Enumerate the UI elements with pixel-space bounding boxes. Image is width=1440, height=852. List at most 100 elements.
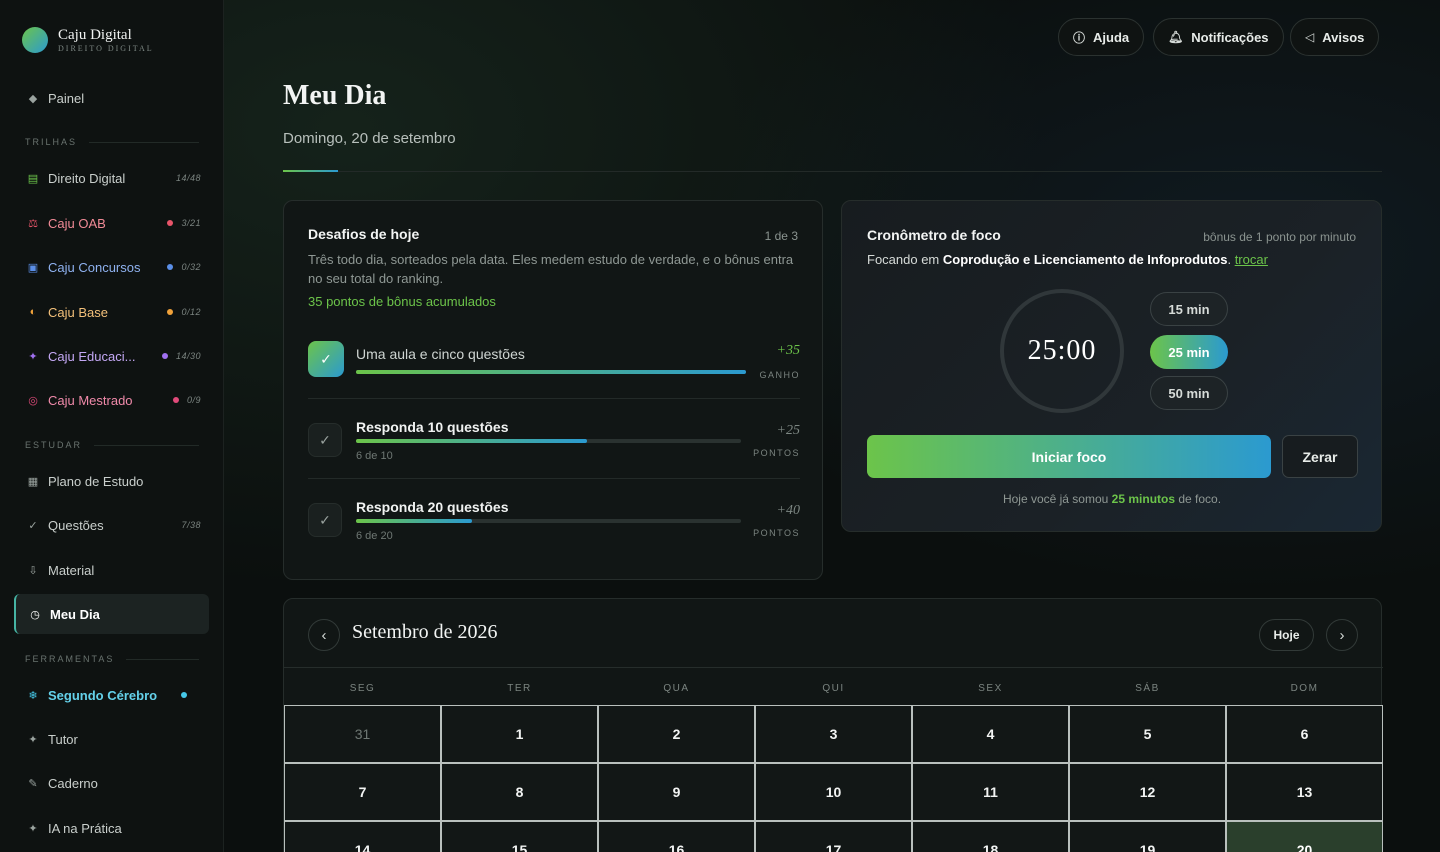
sidebar-item-tutor[interactable]: ✦ Tutor	[14, 719, 209, 759]
prev-month-button[interactable]: ‹	[308, 619, 340, 651]
calendar-card: ‹ Setembro de 2026 Hoje › SEG TER QUA QU…	[283, 598, 1383, 852]
challenge-progress-fill	[356, 370, 746, 374]
calendar-day[interactable]: 3	[755, 705, 912, 763]
challenges-bonus: 35 pontos de bônus acumulados	[308, 294, 496, 309]
progress-count: 0/12	[181, 307, 201, 317]
calendar-day[interactable]: 10	[755, 763, 912, 821]
section-label-trilhas: TRILHAS	[25, 137, 199, 147]
calendar-day[interactable]: 12	[1069, 763, 1226, 821]
progress-count: 0/9	[186, 395, 201, 405]
calendar-day[interactable]: 31	[284, 705, 441, 763]
weekday-label: QUI	[822, 683, 845, 694]
duration-25-button[interactable]: 25 min	[1150, 335, 1228, 369]
help-button[interactable]: ⓘ Ajuda	[1058, 18, 1145, 56]
calendar-day[interactable]: 8	[441, 763, 598, 821]
bell-icon: 🔔︎	[1168, 30, 1184, 44]
calendar-day[interactable]: 4	[912, 705, 1069, 763]
sidebar-item-label: Caju Base	[48, 304, 108, 320]
sidebar-item-caju-mestrado[interactable]: ◎ Caju Mestrado 0/9	[14, 380, 209, 420]
challenge-progress-bar	[356, 519, 741, 523]
sidebar-item-label: Segundo Cérebro	[48, 687, 158, 703]
sidebar-item-ia-na-pratica[interactable]: ✦ IA na Prática	[14, 808, 209, 848]
chevron-left-icon: ‹	[321, 626, 327, 644]
challenge-item[interactable]: ✓ Responda 10 questões 6 de 10 +25 PONTO…	[308, 419, 800, 465]
focus-title: Cronômetro de foco	[867, 227, 1001, 243]
sidebar-item-segundo-cerebro[interactable]: ❄ Segundo Cérebro	[14, 675, 209, 715]
calendar-day[interactable]: 5	[1069, 705, 1226, 763]
divider	[308, 478, 800, 479]
clock-icon: ◷	[30, 608, 40, 621]
sparkle-icon: ✦	[28, 822, 38, 835]
change-topic-link[interactable]: trocar	[1235, 252, 1268, 267]
today-button[interactable]: Hoje	[1259, 619, 1314, 651]
challenges-card: Desafios de hoje 1 de 3 Três todo dia, s…	[283, 200, 823, 580]
duration-15-button[interactable]: 15 min	[1150, 292, 1228, 326]
check-icon[interactable]: ✓	[308, 341, 344, 377]
sidebar-item-label: Material	[48, 562, 95, 578]
sidebar-item-meu-dia[interactable]: ◷ Meu Dia	[14, 594, 209, 634]
calendar-day[interactable]: 11	[912, 763, 1069, 821]
next-month-button[interactable]: ›	[1326, 619, 1358, 651]
calendar-day[interactable]: 9	[598, 763, 755, 821]
challenge-item[interactable]: ✓ Responda 20 questões 6 de 20 +40 PONTO…	[308, 499, 800, 545]
sidebar-item-painel[interactable]: ◆ Painel	[14, 78, 209, 118]
challenge-item[interactable]: ✓ Uma aula e cinco questões +35 GANHO	[308, 341, 800, 381]
notices-button[interactable]: ◁ Avisos	[1290, 18, 1380, 56]
sidebar-item-caderno[interactable]: ✎ Caderno	[14, 763, 209, 803]
focus-bonus: bônus de 1 ponto por minuto	[1203, 230, 1356, 244]
calendar-day[interactable]: 2	[598, 705, 755, 763]
sidebar-item-caju-concursos[interactable]: ▣ Caju Concursos 0/32	[14, 247, 209, 287]
calendar-day[interactable]: 18	[912, 821, 1069, 852]
calendar-day[interactable]: 7	[284, 763, 441, 821]
section-label-estudar: ESTUDAR	[25, 440, 199, 450]
challenge-progress-text: 6 de 10	[356, 450, 393, 462]
sidebar-item-caju-educacional[interactable]: ✦ Caju Educaci... 14/30	[14, 336, 209, 376]
sidebar-item-plano-de-estudo[interactable]: ▦ Plano de Estudo	[14, 461, 209, 501]
calendar-day[interactable]: 13	[1226, 763, 1383, 821]
sidebar-item-label: Caderno	[48, 775, 98, 791]
check-icon[interactable]: ✓	[308, 423, 342, 457]
duration-50-button[interactable]: 50 min	[1150, 376, 1228, 410]
calendar-day[interactable]: 6	[1226, 705, 1383, 763]
pencil-icon: ✎	[28, 777, 38, 790]
check-icon: ✓	[28, 519, 38, 532]
calendar-day[interactable]: 16	[598, 821, 755, 852]
reset-button[interactable]: Zerar	[1282, 435, 1358, 478]
today-value: 25 minutos	[1111, 492, 1176, 506]
sidebar-item-label: Plano de Estudo	[48, 473, 144, 489]
calendar-day[interactable]: 17	[755, 821, 912, 852]
focus-topic: Coprodução e Licenciamento de Infoprodut…	[942, 252, 1228, 267]
brand[interactable]: Caju Digital DIREITO DIGITAL	[22, 27, 154, 53]
status-dot	[172, 397, 179, 403]
weekday-label: QUA	[663, 683, 690, 694]
sidebar-item-label: Caju Concursos	[48, 259, 141, 275]
check-icon[interactable]: ✓	[308, 503, 342, 537]
sidebar-item-direito-digital[interactable]: ▤ Direito Digital 14/48	[14, 158, 209, 198]
challenge-points: +25	[776, 423, 800, 438]
sidebar-item-caju-base[interactable]: ◐ Caju Base 0/12	[14, 292, 209, 332]
calendar-day[interactable]: 1	[441, 705, 598, 763]
start-focus-button[interactable]: Iniciar foco	[867, 435, 1271, 478]
sidebar-item-caju-oab[interactable]: ⚖ Caju OAB 3/21	[14, 203, 209, 243]
divider-accent	[283, 170, 338, 172]
brand-logo	[22, 27, 48, 53]
challenge-points: +40	[776, 503, 800, 518]
section-label-ferramentas: FERRAMENTAS	[25, 654, 199, 664]
sidebar-item-label: Caju Mestrado	[48, 392, 133, 408]
calendar-day[interactable]: 20	[1226, 821, 1383, 852]
notices-label: Avisos	[1322, 29, 1365, 45]
challenge-name: Responda 10 questões	[356, 419, 509, 435]
square-icon: ▣	[27, 261, 39, 274]
challenge-points-label: GANHO	[759, 370, 800, 380]
focus-topic-line: Focando em Coprodução e Licenciamento de…	[867, 252, 1268, 267]
scale-icon: ⚖	[28, 217, 38, 230]
sidebar-item-questoes[interactable]: ✓ Questões 7/38	[14, 505, 209, 545]
calendar-day[interactable]: 15	[441, 821, 598, 852]
calendar-day[interactable]: 14	[284, 821, 441, 852]
sidebar-item-material[interactable]: ⇩ Material	[14, 550, 209, 590]
challenges-description: Três todo dia, sorteados pela data. Eles…	[308, 252, 794, 286]
notifications-button[interactable]: 🔔︎ Notificações	[1153, 18, 1284, 56]
chevron-right-icon: ›	[1339, 626, 1345, 644]
calendar-day[interactable]: 19	[1069, 821, 1226, 852]
status-dot	[167, 220, 174, 226]
